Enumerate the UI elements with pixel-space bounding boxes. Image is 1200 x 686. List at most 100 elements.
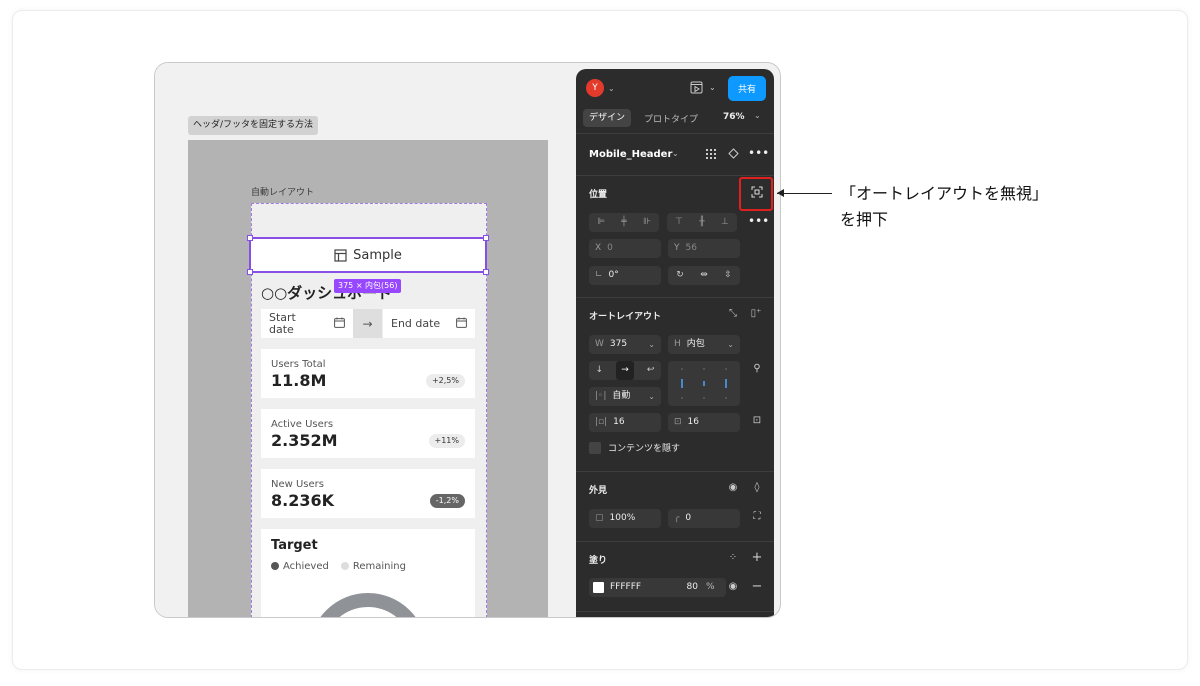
clip-content-checkbox[interactable] bbox=[589, 441, 601, 454]
resize-handle-tr[interactable] bbox=[483, 235, 489, 241]
chevron-down-icon: ⌄ bbox=[608, 83, 615, 93]
alignment-grid[interactable] bbox=[668, 361, 740, 406]
spacing-mode-field[interactable]: |◦| 自動 ⌄ bbox=[589, 387, 661, 406]
spacing-mode-value: 自動 bbox=[612, 391, 631, 401]
callout-text: 「オートレイアウトを無視」 を押下 bbox=[840, 181, 1048, 233]
flip-horizontal-icon[interactable]: ⇹ bbox=[700, 266, 708, 285]
zoom-level[interactable]: 76% bbox=[723, 112, 745, 122]
tab-prototype[interactable]: プロトタイプ bbox=[644, 112, 698, 125]
legend-label: Remaining bbox=[352, 561, 406, 572]
arrow-down-icon[interactable]: ↓ bbox=[596, 361, 604, 380]
rotation-field[interactable]: ∟ 0° bbox=[589, 266, 661, 285]
styles-icon[interactable]: ⁘ bbox=[726, 552, 740, 563]
selected-header-frame[interactable]: Sample bbox=[249, 237, 487, 273]
fill-hex[interactable]: FFFFFF bbox=[610, 578, 674, 597]
x-field[interactable]: X0 bbox=[589, 239, 661, 258]
arrow-right-icon: → bbox=[353, 309, 382, 338]
auto-layout-frame-label[interactable]: 自動レイアウト bbox=[251, 185, 314, 198]
end-date-label: End date bbox=[391, 317, 441, 330]
present-menu[interactable]: ⌄ bbox=[690, 81, 716, 94]
chevron-down-icon[interactable]: ⌄ bbox=[672, 149, 679, 158]
drop-icon[interactable]: ◊ bbox=[750, 482, 764, 493]
rotation-icon: ∟ bbox=[595, 270, 603, 280]
horizontal-padding-icon: |▫| bbox=[595, 417, 608, 427]
chevron-down-icon[interactable]: ⌄ bbox=[754, 111, 761, 120]
stat-card-active-users[interactable]: Active Users 2.352M +11% bbox=[261, 409, 475, 458]
chevron-down-icon: ⌄ bbox=[648, 392, 655, 401]
y-field[interactable]: Y 56 bbox=[668, 239, 740, 258]
grid-layout-icon[interactable]: ▯⁺ bbox=[748, 308, 764, 319]
start-date-field[interactable]: Start date bbox=[261, 309, 353, 338]
size-indicator: 375 × 内包(56) bbox=[334, 279, 402, 293]
section-appearance-title: 外見 bbox=[589, 486, 608, 496]
donut-chart bbox=[309, 593, 427, 617]
grid-icon[interactable] bbox=[704, 149, 718, 162]
stat-label: Active Users bbox=[271, 419, 334, 430]
legend-label: Achieved bbox=[283, 561, 329, 572]
padding-value: 16 bbox=[687, 417, 699, 427]
align-middle-icon[interactable]: ╫ bbox=[699, 213, 704, 232]
horizontal-padding-field[interactable]: |▫| 16 bbox=[589, 413, 661, 432]
vertical-padding-icon: ⊡ bbox=[674, 417, 682, 427]
frame-name-tag[interactable]: ヘッダ/フッタを固定する方法 bbox=[188, 116, 319, 135]
align-left-icon[interactable]: ⊫ bbox=[597, 213, 605, 232]
collapse-icon[interactable]: ⤡ bbox=[726, 308, 740, 319]
align-right-icon[interactable]: ⊪ bbox=[643, 213, 651, 232]
align-top-icon[interactable]: ⊤ bbox=[675, 213, 683, 232]
section-auto-layout-title: オートレイアウト bbox=[589, 312, 662, 322]
callout-line-1: 「オートレイアウトを無視」 bbox=[840, 184, 1049, 203]
start-date-label: Start date bbox=[269, 310, 296, 336]
layout-icon bbox=[334, 248, 347, 262]
vertical-align-group[interactable]: ⊤ ╫ ⊥ bbox=[667, 213, 737, 232]
target-card[interactable]: Target Achieved Remaining bbox=[261, 529, 475, 617]
eye-icon[interactable]: ◉ bbox=[726, 482, 740, 493]
resize-handle-tl[interactable] bbox=[247, 235, 253, 241]
gap-value: 16 bbox=[613, 417, 625, 427]
calendar-icon bbox=[456, 317, 467, 331]
more-icon[interactable]: ••• bbox=[748, 146, 769, 160]
y-value: 56 bbox=[685, 243, 697, 253]
resize-handle-br[interactable] bbox=[483, 269, 489, 275]
wrap-icon[interactable]: ↩ bbox=[647, 361, 655, 380]
flip-vertical-icon[interactable]: ⇳ bbox=[724, 266, 732, 285]
eye-icon[interactable]: ◉ bbox=[726, 581, 740, 592]
legend-item-remaining: Remaining bbox=[340, 561, 406, 572]
user-menu[interactable]: Y ⌄ bbox=[586, 79, 615, 97]
component-icon[interactable] bbox=[726, 148, 740, 162]
clip-content-row[interactable]: コンテンツを隠す bbox=[589, 441, 680, 454]
share-button[interactable]: 共有 bbox=[728, 76, 766, 101]
canvas[interactable]: ヘッダ/フッタを固定する方法 自動レイアウト Sample ○○ダッシュボード … bbox=[155, 63, 576, 617]
arrow-right-icon[interactable]: → bbox=[616, 361, 634, 380]
x-label: X bbox=[595, 243, 602, 253]
individual-padding-icon[interactable]: ⊡ bbox=[750, 415, 764, 426]
tab-design[interactable]: デザイン bbox=[583, 109, 632, 127]
width-field[interactable]: W 375 ⌄ bbox=[589, 335, 661, 354]
highlight-box bbox=[739, 177, 773, 211]
rotate-icon[interactable]: ↻ bbox=[676, 266, 684, 285]
horizontal-align-group[interactable]: ⊫ ╪ ⊪ bbox=[589, 213, 659, 232]
advanced-settings-icon[interactable]: ⚲ bbox=[750, 363, 764, 374]
radius-field[interactable]: ╭ 0 bbox=[668, 509, 740, 528]
direction-group: ↓ → ↩ bbox=[589, 361, 661, 380]
stat-card-users-total[interactable]: Users Total 11.8M +2,5% bbox=[261, 349, 475, 398]
stat-card-new-users[interactable]: New Users 8.236K -1,2% bbox=[261, 469, 475, 518]
opacity-field[interactable]: ▢ 100% bbox=[589, 509, 661, 528]
chevron-down-icon: ⌄ bbox=[709, 83, 716, 92]
resize-handle-bl[interactable] bbox=[247, 269, 253, 275]
section-fill-title: 塗り bbox=[589, 556, 608, 566]
fill-opacity[interactable]: 80 bbox=[674, 578, 698, 597]
vertical-padding-field[interactable]: ⊡ 16 bbox=[668, 413, 740, 432]
fill-field[interactable]: FFFFFF 80 % bbox=[589, 578, 726, 597]
plus-icon[interactable]: + bbox=[750, 550, 764, 565]
layer-name[interactable]: Mobile_Header bbox=[589, 149, 672, 160]
color-swatch[interactable] bbox=[593, 582, 604, 593]
expand-corners-icon[interactable]: ⛶ bbox=[750, 511, 764, 522]
stat-label: Users Total bbox=[271, 359, 326, 370]
end-date-field[interactable]: End date bbox=[383, 309, 475, 338]
more-icon[interactable]: ••• bbox=[748, 214, 769, 228]
legend-item-achieved: Achieved bbox=[271, 561, 329, 572]
minus-icon[interactable]: − bbox=[750, 579, 764, 594]
align-center-icon[interactable]: ╪ bbox=[621, 213, 626, 232]
height-field[interactable]: H 内包 ⌄ bbox=[668, 335, 740, 354]
align-bottom-icon[interactable]: ⊥ bbox=[721, 213, 729, 232]
